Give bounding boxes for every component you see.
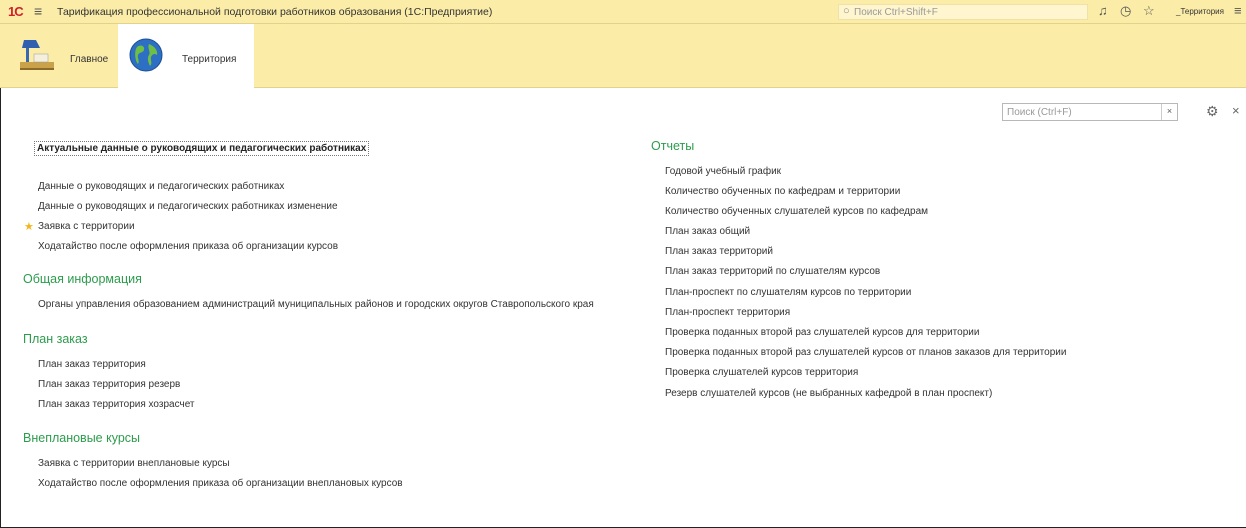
report-link[interactable]: Проверка поданных второй раз слушателей … [665,327,979,338]
group-title: Общая информация [23,272,142,286]
bell-icon[interactable]: ♫ [1098,4,1108,18]
report-link[interactable]: План заказ территорий по слушателям курс… [665,266,880,277]
section-territory-label: Территория [182,54,237,65]
clear-search-button[interactable]: × [1161,104,1177,120]
left-item-link[interactable]: Заявка с территории [38,221,135,232]
user-name[interactable]: _Территория [1176,7,1224,16]
main-content: Поиск (Ctrl+F) × ⚙ × Актуальные данные о… [0,89,1246,528]
group-title: Внеплановые курсы [23,431,141,445]
favorite-star-icon: ★ [24,221,34,233]
group-item-link[interactable]: План заказ территория хозрасчет [38,399,195,410]
gear-icon[interactable]: ⚙ [1206,103,1219,120]
left-item-link[interactable]: Данные о руководящих и педагогических ра… [38,181,284,192]
search-icon: ○ [843,5,850,17]
section-main-label: Главное [70,54,109,65]
history-icon[interactable]: ◷ [1120,4,1131,18]
globe-icon [129,38,163,72]
group-item-link[interactable]: План заказ территория резерв [38,379,180,390]
global-search-placeholder: Поиск Ctrl+Shift+F [854,7,938,18]
report-link[interactable]: Количество обученных слушателей курсов п… [665,206,928,217]
group-item-link[interactable]: Заявка с территории внеплановые курсы [38,458,230,469]
app-logo[interactable]: 1С [8,4,24,19]
group-title: План заказ [23,332,88,346]
report-link[interactable]: Резерв слушателей курсов (не выбранных к… [665,388,992,399]
main-menu-icon[interactable]: ≡ [34,4,42,18]
report-link[interactable]: План-проспект по слушателям курсов по те… [665,287,911,298]
report-link[interactable]: Годовой учебный график [665,166,781,177]
report-link[interactable]: Количество обученных по кафедрам и терри… [665,186,900,197]
title-bar: 1С ≡ Тарификация профессиональной подгот… [0,0,1246,24]
reports-title: Отчеты [651,139,695,153]
section-territory[interactable]: Территория [118,24,254,88]
report-link[interactable]: План заказ общий [665,226,750,237]
form-search-input[interactable]: Поиск (Ctrl+F) × [1002,103,1178,121]
form-search-placeholder: Поиск (Ctrl+F) [1007,107,1072,118]
report-link[interactable]: План-проспект территория [665,307,790,318]
report-link[interactable]: Проверка поданных второй раз слушателей … [665,347,1066,358]
app-title: Тарификация профессиональной подготовки … [57,6,493,18]
group-item-link[interactable]: Ходатайство после оформления приказа об … [38,478,403,489]
sections-panel: Главное Территория [0,24,1246,88]
left-item-link[interactable]: Ходатайство после оформления приказа об … [38,241,338,252]
group-item-link[interactable]: Органы управления образованием администр… [38,299,594,310]
group-item-link[interactable]: План заказ территория [38,359,146,370]
report-link[interactable]: План заказ территорий [665,246,773,257]
global-search-input[interactable]: ○ Поиск Ctrl+Shift+F [838,4,1088,20]
desk-lamp-icon [20,40,54,70]
report-link[interactable]: Проверка слушателей курсов территория [665,367,858,378]
left-item-link[interactable]: Данные о руководящих и педагогических ра… [38,201,338,212]
featured-link[interactable]: Актуальные данные о руководящих и педаго… [34,141,370,156]
close-icon[interactable]: × [1232,103,1240,118]
settings-menu-icon[interactable]: ≡ [1234,4,1242,18]
section-main[interactable]: Главное [0,24,118,88]
star-favorites-icon[interactable]: ☆ [1143,4,1155,18]
